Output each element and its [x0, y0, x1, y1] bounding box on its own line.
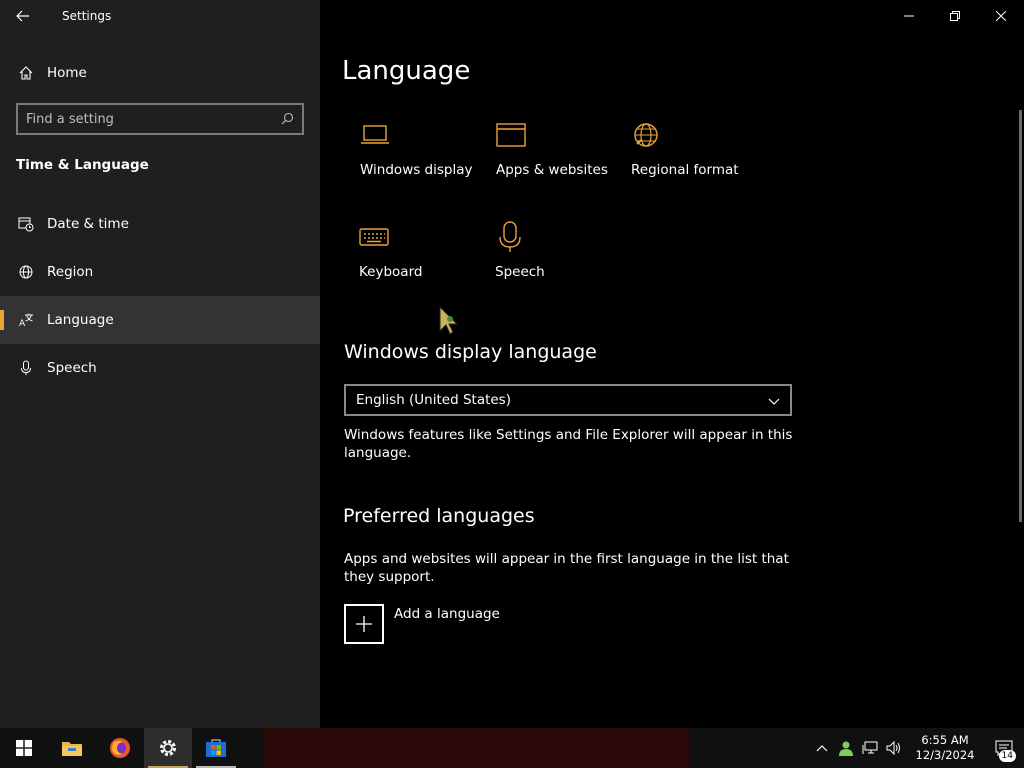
quick-link-label: Speech — [495, 264, 545, 280]
add-language-button[interactable]: Add a language — [344, 604, 500, 644]
search-input[interactable] — [26, 111, 281, 127]
windows-logo-icon — [16, 740, 32, 756]
display-language-select[interactable]: English (United States) — [344, 384, 792, 416]
clock-date: 12/3/2024 — [915, 748, 975, 762]
close-icon — [996, 11, 1006, 21]
store-button[interactable] — [192, 728, 240, 768]
taskbar: 6:55 AM 12/3/2024 14 — [0, 728, 1024, 768]
globe-icon — [631, 118, 661, 152]
display-language-heading: Windows display language — [344, 341, 597, 363]
title-bar: Settings — [0, 0, 320, 32]
quick-link-speech[interactable]: Speech — [495, 220, 545, 280]
sidebar-item-region[interactable]: Region — [0, 248, 320, 296]
taskbar-clock[interactable]: 6:55 AM 12/3/2024 — [906, 733, 984, 763]
add-language-label: Add a language — [394, 606, 500, 622]
display-language-description: Windows features like Settings and File … — [344, 427, 793, 461]
page-title: Language — [342, 56, 471, 86]
firefox-button[interactable] — [96, 728, 144, 768]
system-tray: 6:55 AM 12/3/2024 14 — [810, 728, 1024, 768]
busy-cursor-icon — [438, 305, 462, 339]
app-title: Settings — [62, 9, 112, 23]
quick-link-keyboard[interactable]: Keyboard — [359, 220, 422, 280]
laptop-icon — [360, 118, 390, 152]
taskbar-empty-area — [264, 728, 690, 768]
display-language-value: English (United States) — [356, 392, 511, 408]
quick-link-apps-websites[interactable]: Apps & websites — [496, 118, 608, 178]
settings-taskbar-button[interactable] — [144, 728, 192, 768]
close-button[interactable] — [978, 0, 1024, 32]
settings-sidebar: Settings Home Time & Language Date & tim… — [0, 0, 320, 728]
folder-icon — [62, 742, 82, 756]
sidebar-item-label: Region — [47, 264, 94, 280]
chevron-up-icon — [816, 745, 828, 752]
quick-link-label: Keyboard — [359, 264, 423, 280]
show-hidden-icons-button[interactable] — [810, 728, 834, 768]
quick-link-windows-display[interactable]: Windows display — [360, 118, 473, 178]
plus-icon — [344, 604, 384, 644]
back-button[interactable] — [0, 0, 46, 32]
file-explorer-button[interactable] — [48, 728, 96, 768]
store-icon — [206, 739, 226, 757]
microphone-icon — [17, 359, 35, 377]
minimize-icon — [904, 15, 914, 17]
action-center-button[interactable]: 14 — [984, 728, 1024, 768]
section-title: Time & Language — [16, 157, 149, 173]
svg-text:A: A — [19, 319, 26, 328]
home-label: Home — [47, 65, 87, 81]
sidebar-item-label: Date & time — [47, 216, 129, 232]
notification-count: 14 — [998, 750, 1016, 762]
sidebar-item-label: Language — [47, 312, 114, 328]
chevron-down-icon — [768, 391, 780, 410]
microphone-icon — [495, 220, 525, 254]
preferred-languages-heading: Preferred languages — [343, 505, 535, 527]
sidebar-item-label: Speech — [47, 360, 97, 376]
sidebar-item-language[interactable]: A Language — [0, 296, 320, 344]
scrollbar[interactable] — [1019, 110, 1022, 522]
search-icon[interactable] — [281, 110, 294, 129]
restore-button[interactable] — [932, 0, 978, 32]
calendar-clock-icon — [17, 215, 35, 233]
network-icon[interactable] — [858, 728, 882, 768]
preferred-languages-description: Apps and websites will appear in the fir… — [344, 551, 789, 585]
main-content: Language Windows display Apps & websites… — [320, 0, 1024, 728]
start-button[interactable] — [0, 728, 48, 768]
sidebar-item-speech[interactable]: Speech — [0, 344, 320, 392]
globe-icon — [17, 263, 35, 281]
back-arrow-icon — [16, 10, 29, 22]
window-icon — [496, 118, 526, 152]
quick-link-label: Windows display — [360, 162, 473, 178]
quick-link-regional-format[interactable]: Regional format — [631, 118, 739, 178]
gear-icon — [160, 740, 176, 756]
volume-icon[interactable] — [882, 728, 906, 768]
quick-link-label: Regional format — [631, 162, 739, 178]
quick-link-label: Apps & websites — [496, 162, 608, 178]
sidebar-nav: Date & time Region A Language Speech — [0, 200, 320, 392]
sidebar-home[interactable]: Home — [0, 52, 320, 94]
clock-time: 6:55 AM — [921, 733, 969, 747]
home-icon — [17, 64, 35, 82]
firefox-icon — [110, 738, 130, 758]
user-icon[interactable] — [834, 728, 858, 768]
sidebar-item-date-time[interactable]: Date & time — [0, 200, 320, 248]
search-box[interactable] — [16, 103, 304, 135]
restore-icon — [950, 11, 960, 21]
window-controls — [886, 0, 1024, 32]
language-icon: A — [17, 311, 35, 329]
minimize-button[interactable] — [886, 0, 932, 32]
keyboard-icon — [359, 220, 389, 254]
